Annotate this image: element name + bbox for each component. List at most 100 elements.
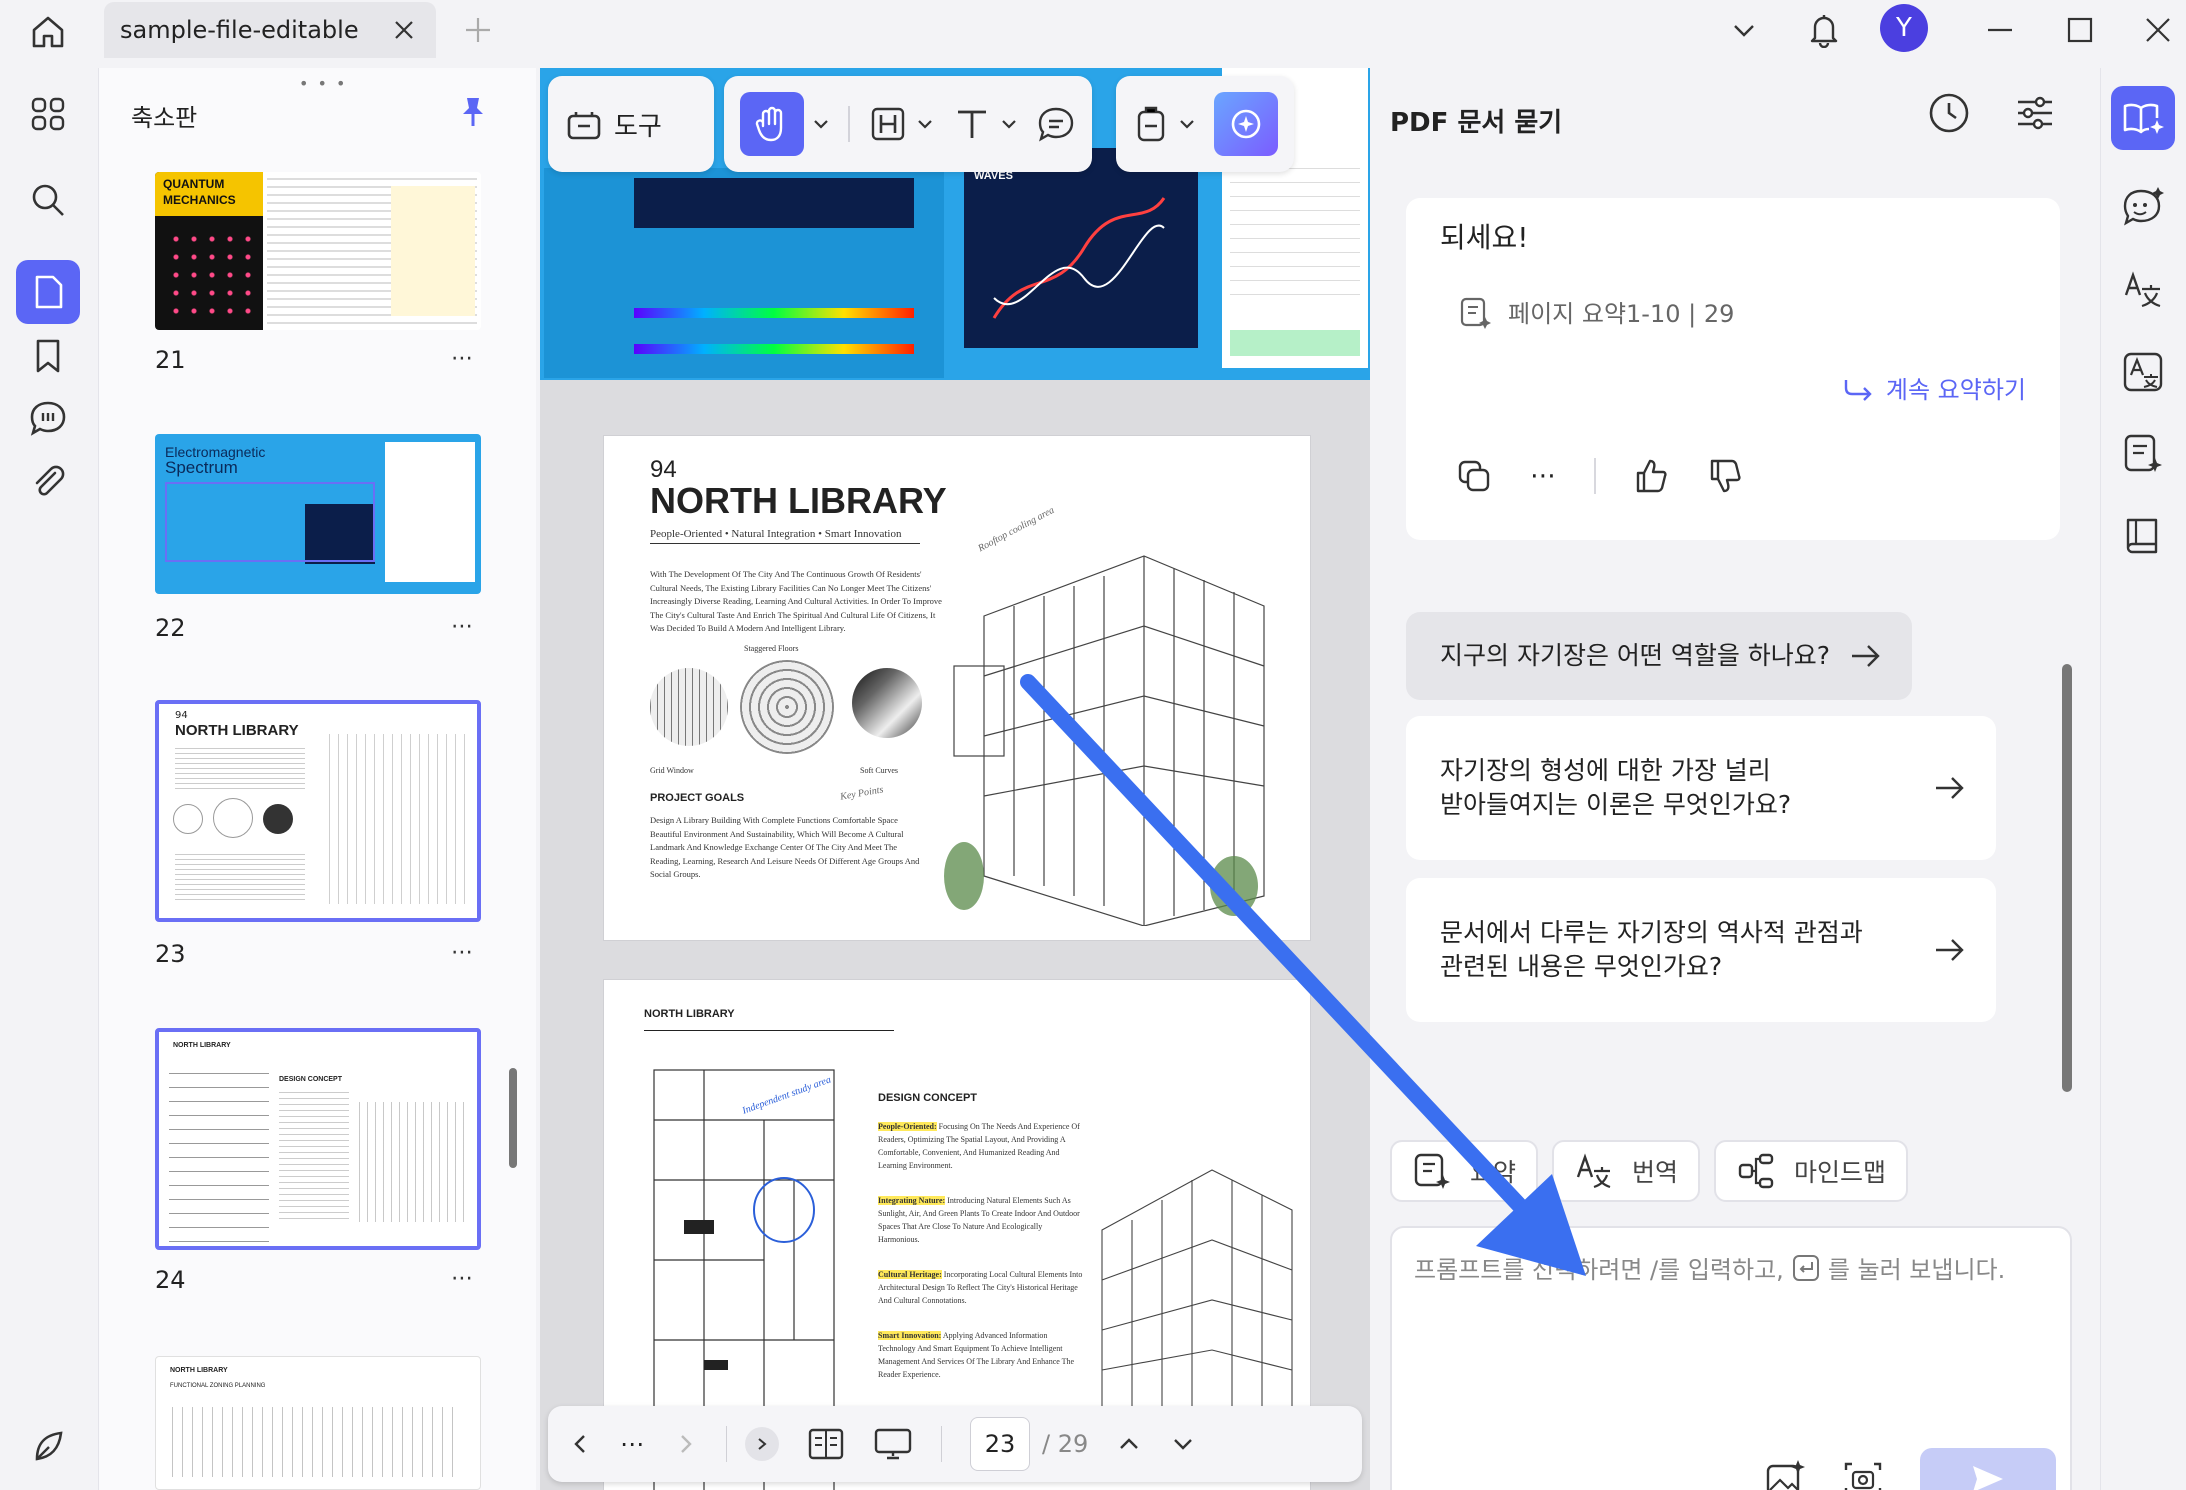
chevron-right-icon — [758, 1438, 767, 1450]
reader-mode-button[interactable] — [2111, 504, 2175, 568]
toolbar-separator — [848, 106, 850, 142]
ai-reference-text: 페이지 요약1-10 | 29 — [1508, 300, 1735, 328]
rail-theme-button[interactable] — [16, 1414, 80, 1478]
prompt-placeholder-b: 를 눌러 보냅니다. — [1827, 1256, 2006, 1284]
settings-sliders-icon[interactable] — [2012, 90, 2058, 136]
ai-message-text: 되세요! — [1440, 221, 1529, 254]
chevron-right-icon[interactable] — [674, 1432, 698, 1456]
highlight-tool-button[interactable] — [868, 92, 908, 156]
ai-panel-scrollbar[interactable] — [2062, 664, 2072, 1092]
text-icon — [958, 110, 986, 138]
summarize-chip[interactable]: 요약 — [1390, 1140, 1539, 1202]
send-button[interactable] — [1920, 1448, 2056, 1490]
ai-message-card: 되세요! 페이지 요약1-10 | 29 계속 요약하기 ⋯ — [1406, 198, 2060, 540]
concept-key: Smart Innovation: — [878, 1331, 942, 1340]
more-options-button[interactable]: ⋯ — [1530, 461, 1558, 491]
section-heading: DESIGN CONCEPT — [878, 1092, 978, 1104]
pin-panel-button[interactable] — [457, 96, 489, 128]
chevron-down-icon[interactable] — [812, 115, 830, 133]
maximize-button[interactable] — [2058, 10, 2102, 50]
thumbnail-more-button[interactable]: ⋯ — [451, 346, 475, 371]
thumbnail-more-button[interactable]: ⋯ — [451, 940, 475, 965]
hand-tool-button[interactable] — [740, 92, 804, 156]
photo-label: Soft Curves — [860, 766, 898, 775]
thumbnail-heading-line: Spectrum — [165, 458, 238, 477]
ai-message-reference[interactable]: 페이지 요약1-10 | 29 — [1458, 294, 1734, 329]
rail-organize-button[interactable] — [16, 82, 80, 146]
chevron-up-icon[interactable] — [1116, 1431, 1142, 1457]
page-number-input[interactable]: 23 — [970, 1417, 1030, 1471]
thumbnail-text-art — [175, 854, 305, 904]
intro-paragraph: With The Development Of The City And The… — [650, 569, 942, 633]
continue-summary-link[interactable]: 계속 요약하기 — [1842, 370, 2026, 405]
translate-chip[interactable]: 번역 — [1552, 1140, 1701, 1202]
suggested-question[interactable]: 자기장의 형성에 대한 가장 널리 받아들여지는 이론은 무엇인가요? — [1406, 716, 1996, 860]
send-icon — [1973, 1466, 2003, 1490]
text-tool-button[interactable] — [952, 92, 992, 156]
document-viewer[interactable]: ELECTROMAGNETIC WAVES 도구 — [540, 68, 1370, 1490]
document-tab[interactable]: sample-file-editable — [104, 2, 436, 58]
thumbnail-page[interactable]: QUANTUM MECHANICS — [155, 172, 481, 330]
thumbnail-panel-title: 축소판 — [131, 104, 198, 132]
chevron-down-icon[interactable] — [1000, 115, 1018, 133]
chevron-down-icon[interactable] — [1170, 1431, 1196, 1457]
chevron-down-icon[interactable] — [1178, 115, 1196, 133]
summary-doc-icon — [1460, 297, 1491, 329]
user-avatar[interactable]: Y — [1880, 4, 1928, 52]
chevron-left-icon[interactable] — [568, 1432, 592, 1456]
close-window-button[interactable] — [2136, 10, 2180, 50]
ask-pdf-button[interactable] — [2111, 86, 2175, 150]
tabs-dropdown-button[interactable] — [1722, 10, 1766, 50]
screenshot-icon[interactable] — [1842, 1458, 1884, 1490]
new-tab-button[interactable] — [462, 14, 494, 46]
rail-thumbnails-button[interactable] — [16, 260, 80, 324]
home-button[interactable] — [24, 8, 72, 56]
thumbnail-more-button[interactable]: ⋯ — [451, 1266, 475, 1291]
ai-assistant-button[interactable] — [1214, 92, 1278, 156]
rail-attachments-button[interactable] — [16, 450, 80, 514]
rail-bookmarks-button[interactable] — [16, 324, 80, 388]
suggested-question[interactable]: 문서에서 다루는 자기장의 역사적 관점과 관련된 내용은 무엇인가요? — [1406, 878, 1996, 1022]
suggested-question[interactable]: 지구의 자기장은 어떤 역할을 하나요? — [1406, 612, 1912, 700]
presentation-icon[interactable] — [873, 1426, 913, 1462]
thumbnail-page[interactable]: NORTH LIBRARY FUNCTIONAL ZONING PLANNING — [155, 1356, 481, 1490]
translate-page-button[interactable] — [2111, 340, 2175, 404]
prompt-placeholder: 프롬프트를 선택하려면 /를 입력하고, 를 눌러 보냅니다. — [1414, 1250, 2005, 1285]
comment-tool-button[interactable] — [1036, 92, 1076, 156]
thumbs-down-icon[interactable] — [1706, 457, 1744, 495]
thumbnail-circle-art — [173, 804, 203, 834]
translate-pdf-button[interactable] — [2111, 258, 2175, 322]
panel-resize-handle[interactable]: • • • — [299, 74, 347, 93]
notifications-button[interactable] — [1802, 10, 1846, 50]
chat-ai-button[interactable] — [2111, 174, 2175, 238]
tab-close-button[interactable] — [390, 16, 418, 44]
image-ai-icon[interactable] — [1764, 1458, 1806, 1490]
spectrum-table-art — [544, 168, 944, 378]
copy-icon[interactable] — [1454, 456, 1494, 496]
comment-icon — [30, 401, 66, 436]
thumbs-up-icon[interactable] — [1632, 457, 1670, 495]
tools-group: 도구 — [548, 76, 714, 172]
page-layout-icon[interactable] — [807, 1427, 845, 1461]
thumbnail-page-selected[interactable]: NORTH LIBRARY DESIGN CONCEPT — [155, 1028, 481, 1250]
translate-icon — [2124, 271, 2161, 308]
prompt-input-box[interactable]: 프롬프트를 선택하려면 /를 입력하고, 를 눌러 보냅니다. — [1390, 1226, 2072, 1490]
thumbnail-heading-line: QUANTUM — [163, 177, 225, 191]
summarize-pdf-button[interactable] — [2111, 422, 2175, 486]
thumbnail-page[interactable]: Electromagnetic Spectrum — [155, 434, 481, 594]
mindmap-chip[interactable]: 마인드맵 — [1714, 1140, 1909, 1202]
thumbnail-scrollbar[interactable] — [509, 1068, 517, 1168]
chevron-down-icon[interactable] — [916, 115, 934, 133]
thumbnail-page-current[interactable]: 94 NORTH LIBRARY — [155, 700, 481, 922]
thumbnail-text-art — [175, 748, 305, 792]
rail-comments-button[interactable] — [16, 386, 80, 450]
tools-button[interactable]: 도구 — [564, 92, 662, 156]
history-icon[interactable] — [1926, 90, 1972, 136]
minimize-button[interactable] — [1978, 10, 2022, 50]
stamp-tool-button[interactable] — [1132, 92, 1170, 156]
forward-arrow-icon — [1844, 379, 1872, 401]
more-options-button[interactable]: ⋯ — [620, 1430, 646, 1458]
rail-search-button[interactable] — [16, 168, 80, 232]
thumbnail-more-button[interactable]: ⋯ — [451, 614, 475, 639]
expand-bar-button[interactable] — [745, 1427, 779, 1461]
